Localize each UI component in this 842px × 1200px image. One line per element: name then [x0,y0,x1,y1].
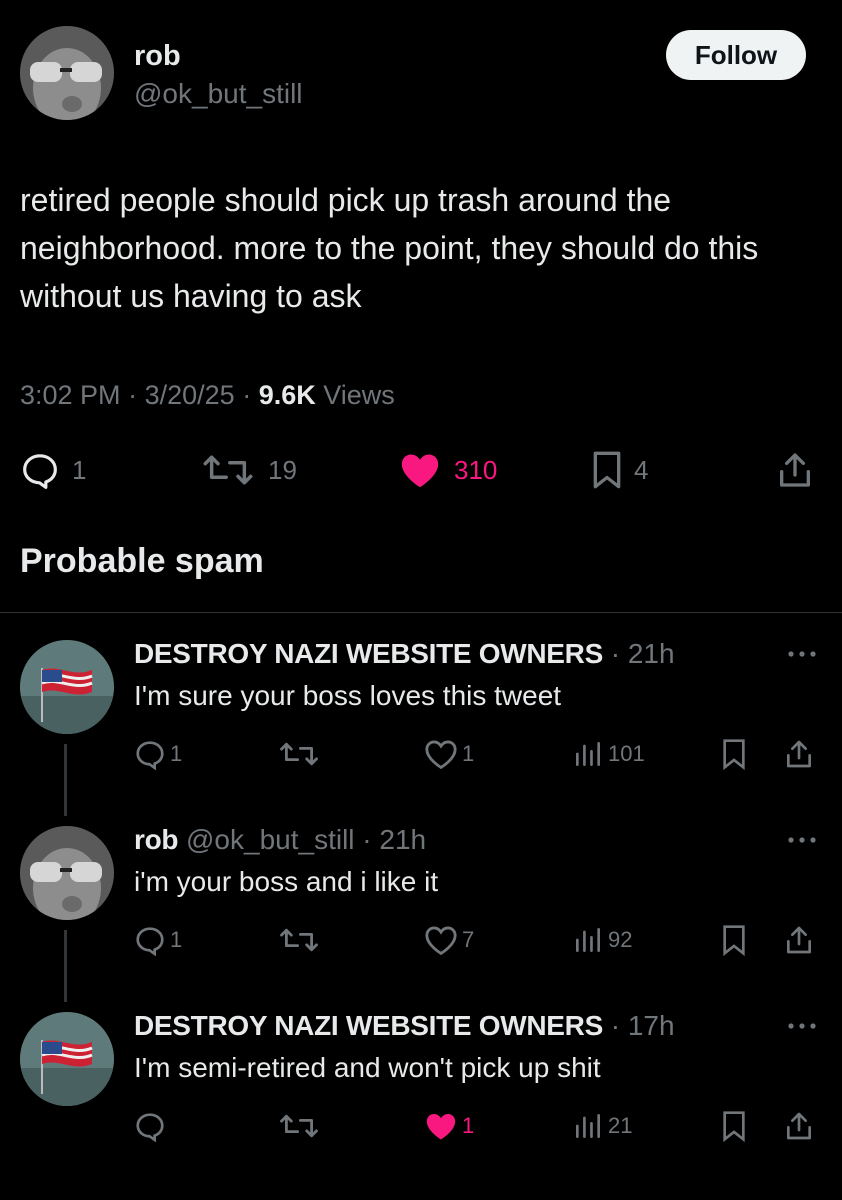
reply-count: 1 [72,454,87,485]
reply-author-name[interactable]: DESTROY NAZI WEBSITE OWNERS [134,638,603,669]
repost-action[interactable] [278,1110,320,1142]
follow-button[interactable]: Follow [666,30,806,80]
like-count: 1 [462,1113,475,1138]
bookmark-icon [723,1111,745,1142]
reply-icon [136,1113,164,1142]
flag-avatar-image [20,1012,114,1106]
reply-header: rob @ok_but_still · 21h [134,824,427,855]
like-action[interactable]: 1 [424,738,474,770]
repost-action[interactable] [278,738,320,770]
author-avatar[interactable] [20,26,114,120]
reply-action[interactable] [134,1110,166,1142]
views-count: 92 [608,927,633,952]
views-label: Views [323,380,395,410]
repost-count: 19 [268,454,297,485]
repost-action[interactable] [278,924,320,956]
flag-avatar-image [20,640,114,734]
heart-icon [426,1113,456,1140]
more-icon[interactable] [786,830,818,855]
reply-header: DESTROY NAZI WEBSITE OWNERS · 21h [134,638,675,669]
views-count: 101 [608,741,645,766]
like-count: 1 [462,741,475,766]
bookmark-icon [723,739,745,770]
reply-header: DESTROY NAZI WEBSITE OWNERS · 17h [134,1010,675,1041]
bookmark-action[interactable] [722,738,746,770]
share-icon [787,740,812,768]
bookmark-count: 4 [634,454,649,485]
reply-icon [20,450,60,490]
more-icon[interactable] [786,644,818,669]
bookmark-action[interactable] [722,1110,746,1142]
reply-time[interactable]: 17h [628,1010,675,1041]
bookmark-action[interactable] [722,924,746,956]
share-icon [787,1112,812,1140]
reply-action[interactable]: 1 [134,738,182,770]
reply-text: i'm your boss and i like it [134,866,439,897]
reply-author-handle[interactable]: @ok_but_still [186,824,355,855]
heart-icon [398,450,442,490]
author-handle[interactable]: @ok_but_still [134,78,303,110]
bookmark-icon [592,450,622,490]
thread-line [64,930,67,1002]
reply-text: I'm semi-retired and won't pick up shit [134,1052,601,1083]
views-icon [576,1114,600,1138]
like-action[interactable]: 1 [424,1110,474,1142]
tweet-time[interactable]: 3:02 PM [20,380,121,410]
heart-icon [425,926,457,956]
reply-icon [136,741,164,770]
heart-icon [425,740,457,770]
author-name[interactable]: rob [134,40,181,73]
reply-action[interactable]: 1 [134,924,182,956]
share-action[interactable] [784,1110,814,1142]
avatar-image [20,826,114,920]
repost-icon [280,1114,318,1138]
reply-action[interactable]: 1 [20,448,86,492]
share-action[interactable] [784,738,814,770]
like-count: 7 [462,927,475,952]
repost-icon [280,742,318,766]
repost-icon [200,450,256,490]
reply-author-name[interactable]: rob [134,824,179,855]
thread-line [64,744,67,816]
reply-author-name[interactable]: DESTROY NAZI WEBSITE OWNERS [134,1010,603,1041]
bookmark-icon [723,925,745,956]
like-action[interactable]: 7 [424,924,474,956]
views-action[interactable]: 101 [572,738,645,770]
tweet-meta: 3:02 PM · 3/20/25 · 9.6K Views [20,380,395,410]
share-icon [776,450,814,490]
divider [0,612,842,613]
reply-count: 1 [170,741,183,766]
section-title: Probable spam [20,542,264,580]
avatar-image [20,26,114,120]
repost-icon [280,928,318,952]
more-icon[interactable] [786,1016,818,1041]
views-icon [576,928,600,952]
reply-count: 1 [170,927,183,952]
reply-text: I'm sure your boss loves this tweet [134,680,562,711]
like-count: 310 [454,454,498,485]
share-icon [787,926,812,954]
views-count: 9.6K [258,380,316,410]
views-action[interactable]: 92 [572,924,632,956]
reply-avatar[interactable] [20,826,114,920]
tweet-text: retired people should pick up trash arou… [20,182,759,314]
share-action[interactable] [784,924,814,956]
tweet-date[interactable]: 3/20/25 [145,380,235,410]
reply-avatar[interactable] [20,640,114,734]
reply-avatar[interactable] [20,1012,114,1106]
reply-icon [136,927,164,956]
like-action[interactable]: 310 [398,448,497,492]
repost-action[interactable]: 19 [200,448,297,492]
reply-time[interactable]: 21h [628,638,675,669]
views-count: 21 [608,1113,633,1138]
share-action[interactable] [776,448,814,492]
views-action[interactable]: 21 [572,1110,632,1142]
bookmark-action[interactable]: 4 [592,448,648,492]
reply-time[interactable]: 21h [379,824,426,855]
views-icon [576,742,600,766]
